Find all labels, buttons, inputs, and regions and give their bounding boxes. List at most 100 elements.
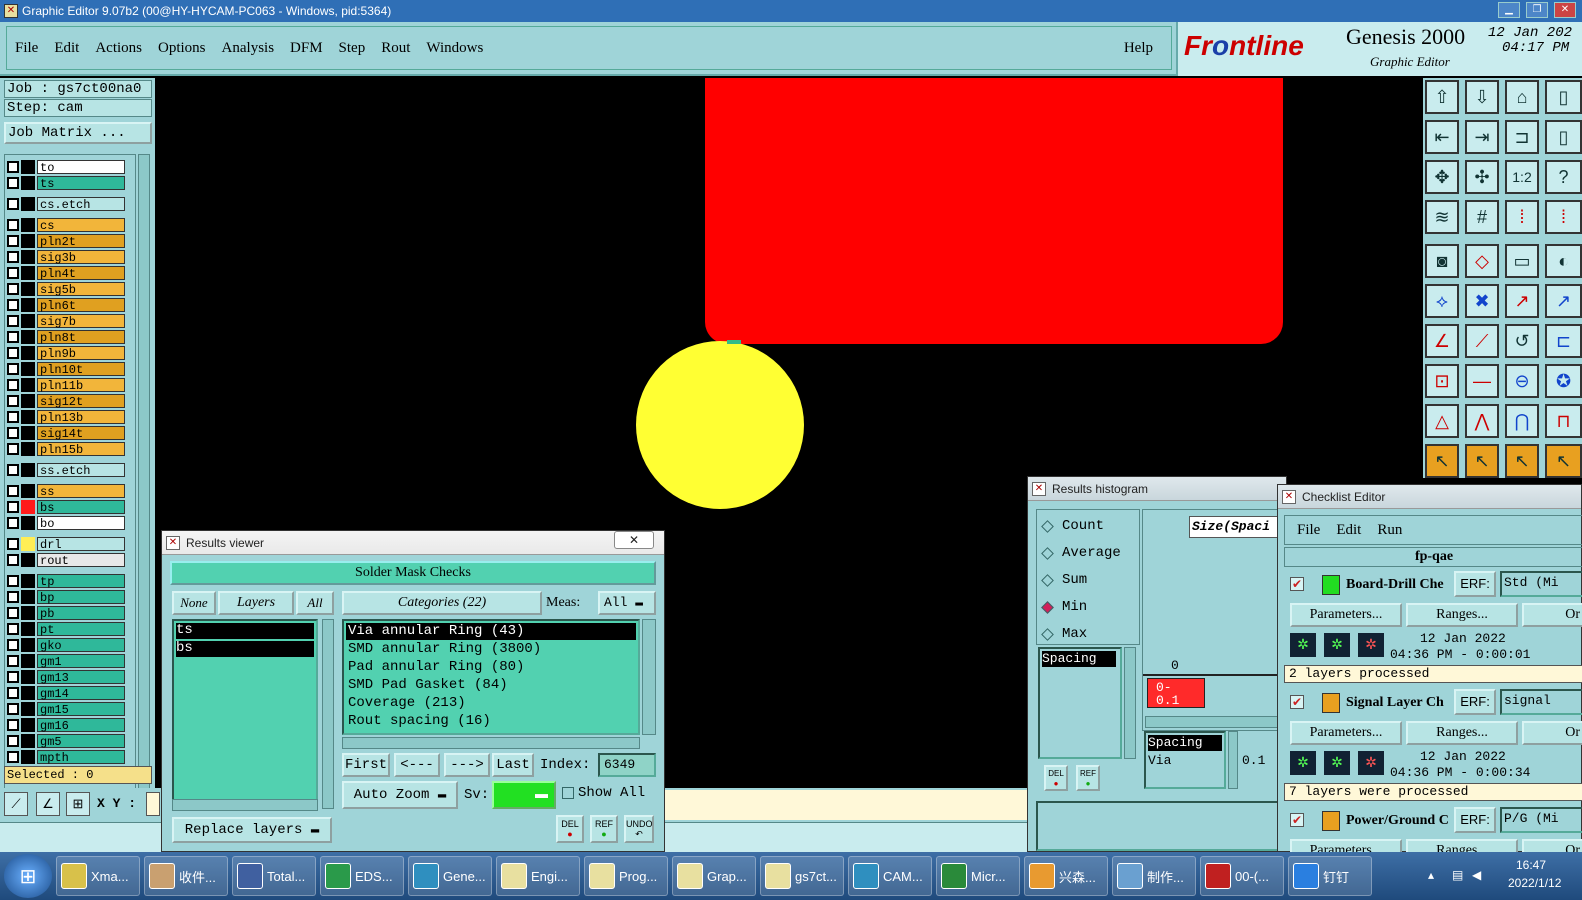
layer-row[interactable]: gm5	[7, 733, 125, 749]
layer-row[interactable]: gm16	[7, 717, 125, 733]
menu-actions[interactable]: Actions	[95, 40, 142, 57]
erf-value[interactable]: signal	[1500, 689, 1582, 715]
layer-checkbox[interactable]	[7, 362, 19, 375]
tool-icon-5[interactable]: ⇤	[1425, 120, 1459, 154]
replace-layers-dropdown[interactable]: Replace layers ▬	[172, 817, 332, 843]
checklist-menu-edit[interactable]: Edit	[1336, 522, 1361, 539]
tool-icon-4[interactable]: ▯	[1545, 80, 1582, 114]
tool-icon-28[interactable]: ⊏	[1545, 324, 1582, 358]
menu-step[interactable]: Step	[339, 40, 366, 57]
layer-checkbox[interactable]	[7, 670, 19, 683]
tool-icon-13[interactable]: ≋	[1425, 200, 1459, 234]
tool-icon-6[interactable]: ⇥	[1465, 120, 1499, 154]
clock-date[interactable]: 2022/1/12	[1508, 876, 1561, 890]
ref-button[interactable]: REF ●	[590, 815, 618, 843]
results-viewer-close-button[interactable]: ✕	[614, 531, 654, 549]
layer-checkbox[interactable]	[7, 516, 19, 529]
layer-checkbox[interactable]	[7, 484, 19, 497]
taskbar-item[interactable]: Total...	[232, 856, 316, 896]
layer-checkbox[interactable]	[7, 266, 19, 279]
run-icon[interactable]: ✲	[1290, 633, 1316, 657]
tool-icon-8[interactable]: ▯	[1545, 120, 1582, 154]
layer-checkbox[interactable]	[7, 622, 19, 635]
layer-row[interactable]: sig5b	[7, 281, 125, 297]
erf-value[interactable]: Std (Mi	[1500, 571, 1582, 597]
maximize-button[interactable]: ❐	[1526, 2, 1548, 18]
layer-row[interactable]: pln9b	[7, 345, 125, 361]
layer-checkbox[interactable]	[7, 298, 19, 311]
zoom-fit-icon[interactable]: ✥	[1425, 160, 1459, 194]
tool-icon-29[interactable]: ⊡	[1425, 364, 1459, 398]
show-all-checkbox[interactable]	[562, 787, 574, 799]
layer-checkbox[interactable]	[7, 734, 19, 747]
layer-row[interactable]: sig3b	[7, 249, 125, 265]
category-list-vscroll[interactable]	[642, 619, 656, 735]
layer-row[interactable]: pln6t	[7, 297, 125, 313]
erf-button[interactable]: ERF:	[1454, 571, 1496, 597]
measure-icon[interactable]: ⟋	[4, 792, 28, 816]
checklist-menu-file[interactable]: File	[1297, 522, 1320, 539]
layer-row[interactable]: gm1	[7, 653, 125, 669]
layer-checkbox[interactable]	[7, 718, 19, 731]
menu-analysis[interactable]: Analysis	[222, 40, 275, 57]
taskbar-item[interactable]: Grap...	[672, 856, 756, 896]
tool-icon-16[interactable]: ⁞	[1545, 200, 1582, 234]
layer-checkbox[interactable]	[7, 686, 19, 699]
layer-row[interactable]: pln13b	[7, 409, 125, 425]
all-button[interactable]: All	[296, 591, 334, 615]
parameters-button[interactable]: Parameters...	[1290, 603, 1402, 627]
taskbar-item[interactable]: Engi...	[496, 856, 580, 896]
spacing-list-item[interactable]: Spacing	[1042, 651, 1116, 667]
ranges-button[interactable]: Ranges...	[1406, 603, 1518, 627]
xy-field[interactable]	[146, 792, 160, 816]
layer-result-item[interactable]: ts	[176, 623, 314, 639]
layer-list-scrollbar[interactable]	[138, 154, 150, 836]
tool-icon-31[interactable]: ⊖	[1505, 364, 1539, 398]
layer-checkbox[interactable]	[7, 394, 19, 407]
tool-icon-23[interactable]: ↗	[1505, 284, 1539, 318]
histogram-bin[interactable]: 0- 0.1	[1147, 678, 1205, 708]
parameters-button[interactable]: Parameters...	[1290, 721, 1402, 745]
menu-file[interactable]: File	[15, 40, 38, 57]
measure-list-item[interactable]: Spacing	[1148, 735, 1222, 751]
tool-icon-22[interactable]: ✖	[1465, 284, 1499, 318]
taskbar-item[interactable]: Xma...	[56, 856, 140, 896]
undo-button[interactable]: UNDO ↶	[624, 815, 654, 843]
grid-icon[interactable]: #	[1465, 200, 1499, 234]
histogram-option[interactable]: Min	[1041, 597, 1087, 617]
layer-row[interactable]: pln10t	[7, 361, 125, 377]
sv-dropdown[interactable]: ▬	[492, 781, 556, 809]
layer-checkbox[interactable]	[7, 442, 19, 455]
zoom-center-icon[interactable]: ✣	[1465, 160, 1499, 194]
layer-row[interactable]: ts	[7, 175, 125, 191]
or-button[interactable]: Or	[1522, 603, 1582, 627]
tool-icon-24[interactable]: ↗	[1545, 284, 1582, 318]
layer-checkbox[interactable]	[7, 500, 19, 513]
tray-network-icon[interactable]: ▤	[1452, 868, 1463, 882]
next-button[interactable]: --->	[444, 753, 490, 777]
category-item[interactable]: Pad annular Ring (80)	[346, 659, 636, 676]
menu-rout[interactable]: Rout	[381, 40, 410, 57]
taskbar-item[interactable]: Micr...	[936, 856, 1020, 896]
prev-button[interactable]: <---	[394, 753, 440, 777]
tool-icon-33[interactable]: △	[1425, 404, 1459, 438]
pointer-icon[interactable]: ↖	[1425, 444, 1459, 478]
taskbar-item[interactable]: EDS...	[320, 856, 404, 896]
histogram-option[interactable]: Sum	[1041, 570, 1087, 590]
meas-dropdown[interactable]: All ▬	[598, 591, 656, 615]
layer-checkbox[interactable]	[7, 346, 19, 359]
layer-row[interactable]: cs.etch	[7, 196, 125, 212]
ranges-button[interactable]: Ranges...	[1406, 839, 1518, 853]
layer-row[interactable]: pln15b	[7, 441, 125, 457]
layer-row[interactable]: pln8t	[7, 329, 125, 345]
layer-checkbox[interactable]	[7, 250, 19, 263]
layer-row[interactable]: ss	[7, 483, 125, 499]
tool-icon-18[interactable]: ◇	[1465, 244, 1499, 278]
clock-time[interactable]: 16:47	[1516, 858, 1546, 872]
last-button[interactable]: Last	[492, 753, 534, 777]
layer-checkbox[interactable]	[7, 282, 19, 295]
run-icon[interactable]: ✲	[1358, 751, 1384, 775]
tool-icon-34[interactable]: ⋀	[1465, 404, 1499, 438]
menu-windows[interactable]: Windows	[426, 40, 483, 57]
layer-row[interactable]: pln11b	[7, 377, 125, 393]
